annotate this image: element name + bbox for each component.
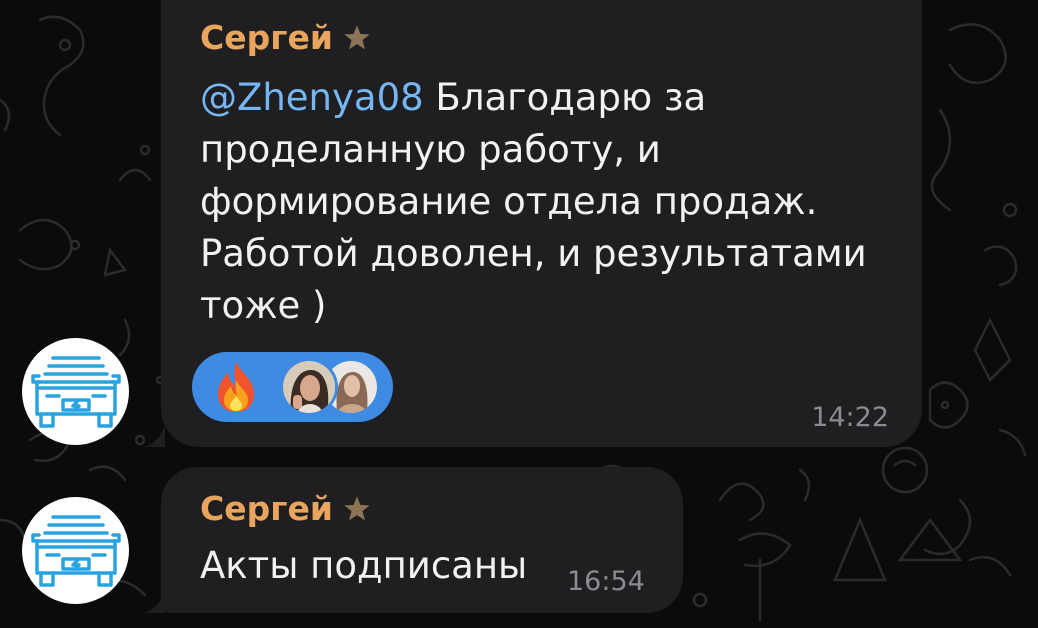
- mention-link[interactable]: @Zhenya08: [200, 76, 424, 119]
- electric-car-icon: [30, 514, 121, 587]
- electric-car-icon: [30, 355, 121, 428]
- reactor-photo-icon: [283, 361, 335, 413]
- message-text: Акты подписаны: [200, 544, 528, 587]
- sender-avatar[interactable]: [22, 497, 129, 604]
- star-icon: [341, 22, 373, 54]
- message-bubble[interactable]: Сергей Акты подписаны 16:54: [161, 467, 683, 613]
- message-bubble[interactable]: Сергей @Zhenya08 Благодарю за проделанну…: [161, 0, 922, 447]
- reactor-avatar[interactable]: [280, 358, 338, 416]
- bubble-tail: [143, 425, 165, 447]
- fire-emoji: [218, 362, 254, 412]
- bubble-tail: [143, 591, 165, 613]
- sender-name[interactable]: Сергей: [200, 18, 373, 57]
- message-time: 16:54: [567, 566, 645, 597]
- message-text: @Zhenya08 Благодарю за проделанную работ…: [200, 72, 867, 332]
- sender-name-label[interactable]: Сергей: [200, 18, 333, 57]
- message-time: 14:22: [811, 402, 889, 433]
- sender-name-label[interactable]: Сергей: [200, 489, 333, 528]
- star-icon: [341, 493, 373, 525]
- sender-avatar[interactable]: [22, 338, 129, 445]
- sender-name[interactable]: Сергей: [200, 489, 373, 528]
- reaction-pill[interactable]: [192, 352, 393, 422]
